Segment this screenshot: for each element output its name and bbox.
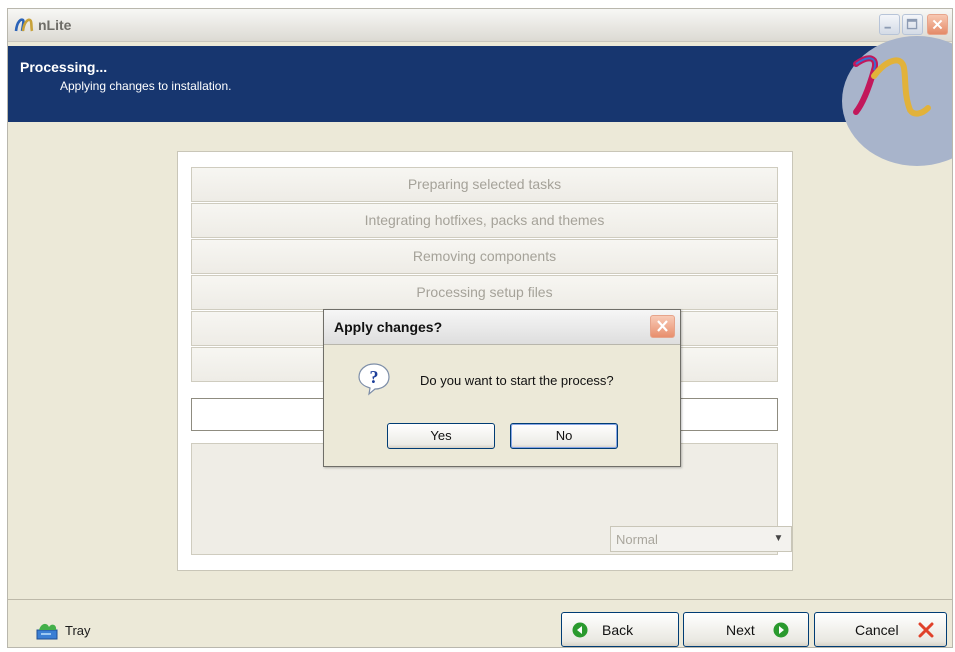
task-row: Processing setup files (191, 275, 778, 310)
tray-icon (36, 623, 58, 640)
title-bar[interactable]: nLite (8, 9, 952, 42)
arrow-left-icon (572, 622, 588, 638)
nlite-logo (853, 55, 931, 117)
footer-divider (8, 599, 952, 600)
no-button[interactable]: No (510, 423, 618, 449)
close-icon (932, 19, 943, 30)
header-banner: Processing... Applying changes to instal… (8, 36, 952, 166)
priority-value: Normal (616, 532, 658, 547)
dialog-close-button[interactable] (650, 315, 675, 338)
maximize-icon (906, 18, 918, 30)
yes-button[interactable]: Yes (387, 423, 495, 449)
close-button[interactable] (927, 14, 948, 35)
dialog-title: Apply changes? (334, 319, 443, 335)
dialog-title-bar[interactable]: Apply changes? (324, 310, 680, 345)
apply-changes-dialog: Apply changes? ? Do you want to start th… (323, 309, 681, 467)
maximize-button[interactable] (902, 14, 923, 35)
dialog-message: Do you want to start the process? (420, 373, 614, 388)
task-row: Preparing selected tasks (191, 167, 778, 202)
banner-title: Processing... (20, 59, 108, 75)
banner-subtitle: Applying changes to installation. (60, 79, 232, 93)
red-x-icon (918, 622, 934, 638)
arrow-right-icon (773, 622, 789, 638)
back-button[interactable]: Back (561, 612, 679, 647)
next-label: Next (726, 622, 755, 638)
dropdown-arrow-icon[interactable]: ▼ (766, 527, 791, 551)
close-icon (657, 320, 668, 332)
cancel-label: Cancel (855, 622, 899, 638)
window-title: nLite (38, 17, 72, 33)
back-label: Back (602, 622, 634, 638)
task-row: Integrating hotfixes, packs and themes (191, 203, 778, 238)
minimize-button[interactable] (879, 14, 900, 35)
next-button[interactable]: Next (683, 612, 809, 647)
tray-label: Tray (65, 623, 91, 638)
task-row: Removing components (191, 239, 778, 274)
nlite-app-icon (14, 18, 34, 32)
minimize-icon (884, 26, 891, 29)
priority-dropdown[interactable]: Normal ▼ (610, 526, 792, 552)
svg-text:?: ? (370, 367, 379, 387)
question-icon: ? (358, 363, 390, 396)
cancel-button[interactable]: Cancel (814, 612, 947, 647)
